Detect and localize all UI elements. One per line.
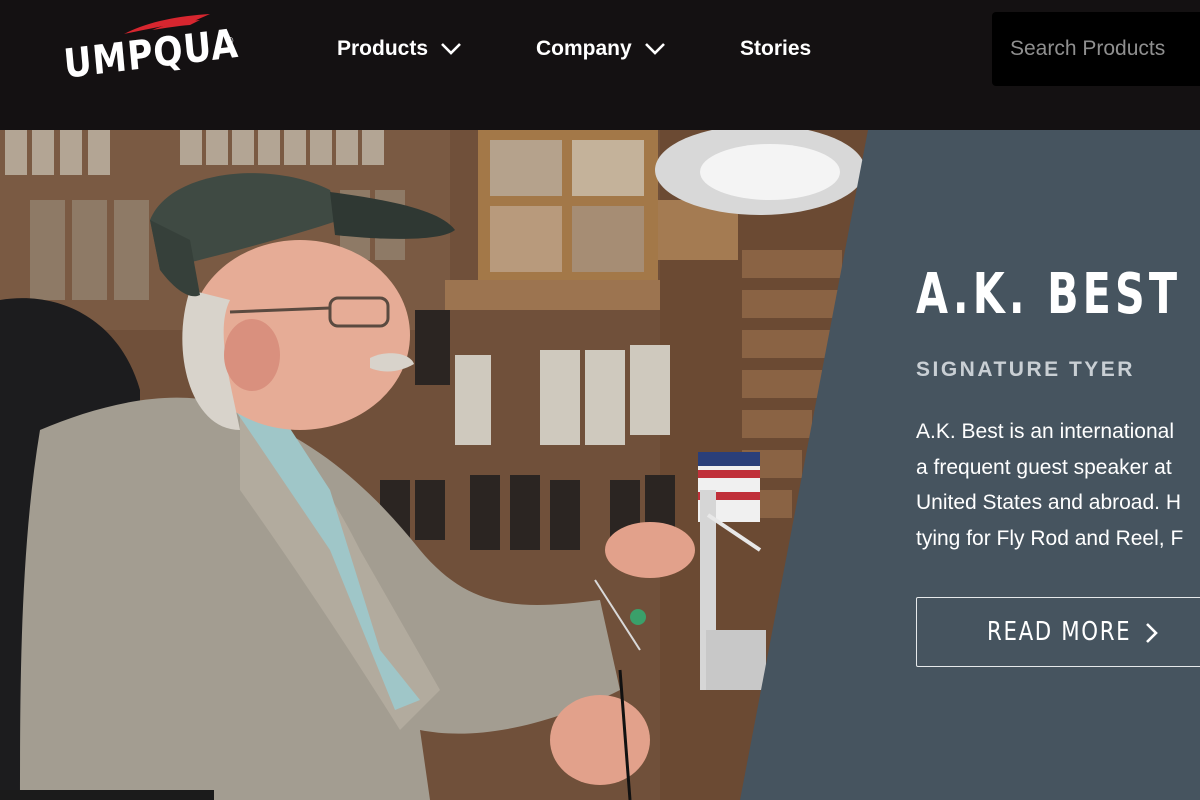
bio-line: United States and abroad. H bbox=[916, 491, 1182, 514]
bio-text: A.K. Best is an international a frequent… bbox=[916, 414, 1200, 556]
chevron-down-icon bbox=[644, 43, 665, 55]
umpqua-logo[interactable]: UMPQUA ® bbox=[62, 12, 240, 92]
bio-line: tying for Fly Rod and Reel, F bbox=[916, 526, 1184, 550]
chevron-right-icon bbox=[1146, 623, 1158, 643]
read-more-button[interactable]: READ MORE bbox=[916, 597, 1200, 667]
nav-company-label: Company bbox=[536, 37, 632, 60]
fly-tyer-photo bbox=[0, 130, 880, 800]
nav-stories[interactable]: Stories bbox=[740, 34, 811, 64]
hero-photo bbox=[0, 130, 880, 800]
search-input[interactable] bbox=[992, 12, 1200, 86]
nav-company[interactable]: Company bbox=[536, 34, 666, 64]
read-more-label: READ MORE bbox=[987, 617, 1132, 647]
page-subtitle: SIGNATURE TYER bbox=[916, 358, 1135, 381]
page-title: A.K. BEST bbox=[916, 262, 1182, 327]
registered-mark: ® bbox=[226, 36, 234, 47]
bottom-edge-tab bbox=[0, 790, 214, 800]
chevron-down-icon bbox=[441, 43, 461, 55]
bio-line: a frequent guest speaker at bbox=[916, 455, 1172, 479]
hero-section: A.K. BEST SIGNATURE TYER A.K. Best is an… bbox=[0, 130, 1200, 800]
nav-products-label: Products bbox=[337, 37, 429, 60]
site-header: UMPQUA ® Products Company Stories bbox=[0, 0, 1200, 130]
bio-line: A.K. Best is an international bbox=[916, 420, 1174, 443]
logo-wordmark: UMPQUA bbox=[61, 20, 241, 88]
search-box bbox=[992, 12, 1200, 86]
nav-stories-label: Stories bbox=[740, 37, 812, 60]
nav-products[interactable]: Products bbox=[337, 34, 462, 64]
